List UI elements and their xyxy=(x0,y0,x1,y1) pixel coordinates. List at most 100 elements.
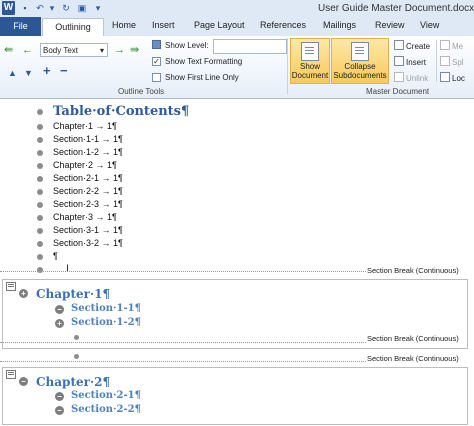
show-document-button[interactable]: Show Document xyxy=(290,38,330,84)
show-level-icon xyxy=(152,40,161,49)
undo-icon[interactable]: ↶ xyxy=(34,2,46,14)
collapse-icon[interactable]: − xyxy=(55,406,64,415)
chevron-down-icon: ▾ xyxy=(99,46,104,55)
master-document-group-label: Master Document xyxy=(366,87,430,96)
window-title: User Guide Master Document.docx - xyxy=(318,3,474,14)
split-button[interactable]: Spl xyxy=(440,56,464,67)
lock-document-button[interactable]: Loc xyxy=(440,72,465,83)
outline-bullet[interactable] xyxy=(37,109,43,115)
split-label: Spl xyxy=(452,58,464,67)
outline-bullet[interactable] xyxy=(37,215,43,221)
promote-icon[interactable]: ← xyxy=(22,44,33,56)
unlink-icon xyxy=(394,72,404,82)
move-down-icon[interactable]: ▼ xyxy=(24,67,33,79)
outline-bullet[interactable] xyxy=(74,354,79,359)
section-heading: Section·2-2¶ xyxy=(71,404,141,415)
tab-review[interactable]: Review xyxy=(375,20,405,30)
tab-home[interactable]: Home xyxy=(112,20,136,30)
show-level-label: Show Level: xyxy=(165,41,209,50)
section-heading: Section·1-2¶ xyxy=(71,317,141,328)
section-break-line xyxy=(0,361,366,362)
tab-page-layout[interactable]: Page Layout xyxy=(194,20,245,30)
toc-line: Section·3-2 → 1¶ xyxy=(53,238,123,248)
toc-line: Chapter·3 → 1¶ xyxy=(53,212,117,222)
section-break-label: Section Break (Continuous) xyxy=(367,266,459,275)
expand-icon[interactable]: + xyxy=(55,319,64,328)
show-level-select[interactable] xyxy=(213,39,287,54)
tab-insert[interactable]: Insert xyxy=(152,20,175,30)
insert-label: Insert xyxy=(406,58,427,67)
outline-bullet[interactable] xyxy=(37,176,43,182)
tab-file[interactable]: File xyxy=(0,17,41,36)
demote-icon[interactable]: → xyxy=(114,44,125,56)
toc-line: Section·2-2 → 1¶ xyxy=(53,186,123,196)
redo-icon[interactable]: ↻ xyxy=(60,2,72,14)
merge-button[interactable]: Me xyxy=(440,40,463,51)
collapse-icon[interactable]: − xyxy=(60,64,68,77)
show-text-formatting-checkbox[interactable]: ✓ xyxy=(152,57,161,66)
collapse-icon[interactable]: − xyxy=(55,305,64,314)
unlink-button[interactable]: Unlink xyxy=(394,72,428,83)
text-cursor-icon: I xyxy=(66,263,70,275)
outline-bullet[interactable] xyxy=(37,241,43,247)
merge-icon xyxy=(440,40,450,50)
show-text-formatting-label: Show Text Formatting xyxy=(165,57,243,66)
section-heading: Section·1-1¶ xyxy=(71,303,141,314)
unlink-label: Unlink xyxy=(406,74,429,83)
collapse-icon[interactable]: − xyxy=(55,392,64,401)
tab-mailings[interactable]: Mailings xyxy=(323,20,356,30)
collapse-icon[interactable]: − xyxy=(19,377,28,386)
show-document-label: Show Document xyxy=(291,62,329,80)
outline-bullet[interactable] xyxy=(37,124,43,130)
toc-line: Section·3-1 → 1¶ xyxy=(53,225,123,235)
create-icon xyxy=(394,40,404,50)
customize-toolbar-icon[interactable]: ▾ xyxy=(92,2,104,14)
subdocument-icon[interactable] xyxy=(6,370,16,379)
dropdown-arrow-icon[interactable]: ▾ xyxy=(46,2,58,14)
toc-line: Chapter·2 → 1¶ xyxy=(53,160,117,170)
tab-view[interactable]: View xyxy=(420,20,439,30)
outline-bullet[interactable] xyxy=(37,150,43,156)
outline-level-select[interactable]: Body Text ▾ xyxy=(40,43,108,57)
ribbon: ⇚ ← Body Text ▾ → ⇛ ▲ ▼ + − Show Level: ✓… xyxy=(0,36,474,99)
section-heading: Section·2-1¶ xyxy=(71,390,141,401)
tab-outlining[interactable]: Outlining xyxy=(42,18,104,37)
section-break-line xyxy=(0,342,366,343)
section-break-label: Section Break (Continuous) xyxy=(367,354,459,363)
expand-icon[interactable]: + xyxy=(19,289,28,298)
word-logo-icon[interactable]: W xyxy=(2,1,15,15)
outline-bullet[interactable] xyxy=(37,163,43,169)
toc-line: ¶ xyxy=(53,251,58,261)
outline-bullet[interactable] xyxy=(37,254,43,260)
collapse-subdocuments-button[interactable]: Collapse Subdocuments xyxy=(331,38,389,84)
document-area: Table·of·Contents¶ Chapter·1 → 1¶ Sectio… xyxy=(0,99,474,426)
outline-bullet[interactable] xyxy=(37,228,43,234)
show-first-line-only-label: Show First Line Only xyxy=(165,73,239,82)
outline-bullet[interactable] xyxy=(37,137,43,143)
title-bar: W ▪ ↶ ▾ ↻ ▣ ▾ User Guide Master Document… xyxy=(0,0,474,18)
tab-references[interactable]: References xyxy=(260,20,306,30)
print-preview-icon[interactable]: ▣ xyxy=(76,2,88,14)
show-first-line-only-checkbox[interactable] xyxy=(152,73,161,82)
collapse-subdocuments-label: Collapse Subdocuments xyxy=(333,62,387,80)
promote-to-heading1-icon[interactable]: ⇚ xyxy=(4,44,13,56)
group-divider xyxy=(287,38,288,94)
section-break-label: Section Break (Continuous) xyxy=(367,334,459,343)
save-icon[interactable]: ▪ xyxy=(19,2,31,14)
outline-tools-group-label: Outline Tools xyxy=(118,87,165,96)
expand-icon[interactable]: + xyxy=(43,64,51,77)
outline-bullet[interactable] xyxy=(74,335,79,340)
insert-subdocument-button[interactable]: Insert xyxy=(394,56,426,67)
create-button[interactable]: Create xyxy=(394,40,430,51)
chapter-heading: Chapter·1¶ xyxy=(36,287,111,301)
outline-bullet[interactable] xyxy=(37,189,43,195)
chapter-heading: Chapter·2¶ xyxy=(36,375,111,389)
show-document-icon xyxy=(301,42,319,61)
outline-bullet[interactable] xyxy=(37,202,43,208)
lock-label: Loc xyxy=(452,74,465,83)
demote-to-body-text-icon[interactable]: ⇛ xyxy=(130,44,139,56)
move-up-icon[interactable]: ▲ xyxy=(8,67,17,79)
subdocument-icon[interactable] xyxy=(6,282,16,291)
outline-bullet[interactable] xyxy=(37,267,43,273)
split-icon xyxy=(440,56,450,66)
